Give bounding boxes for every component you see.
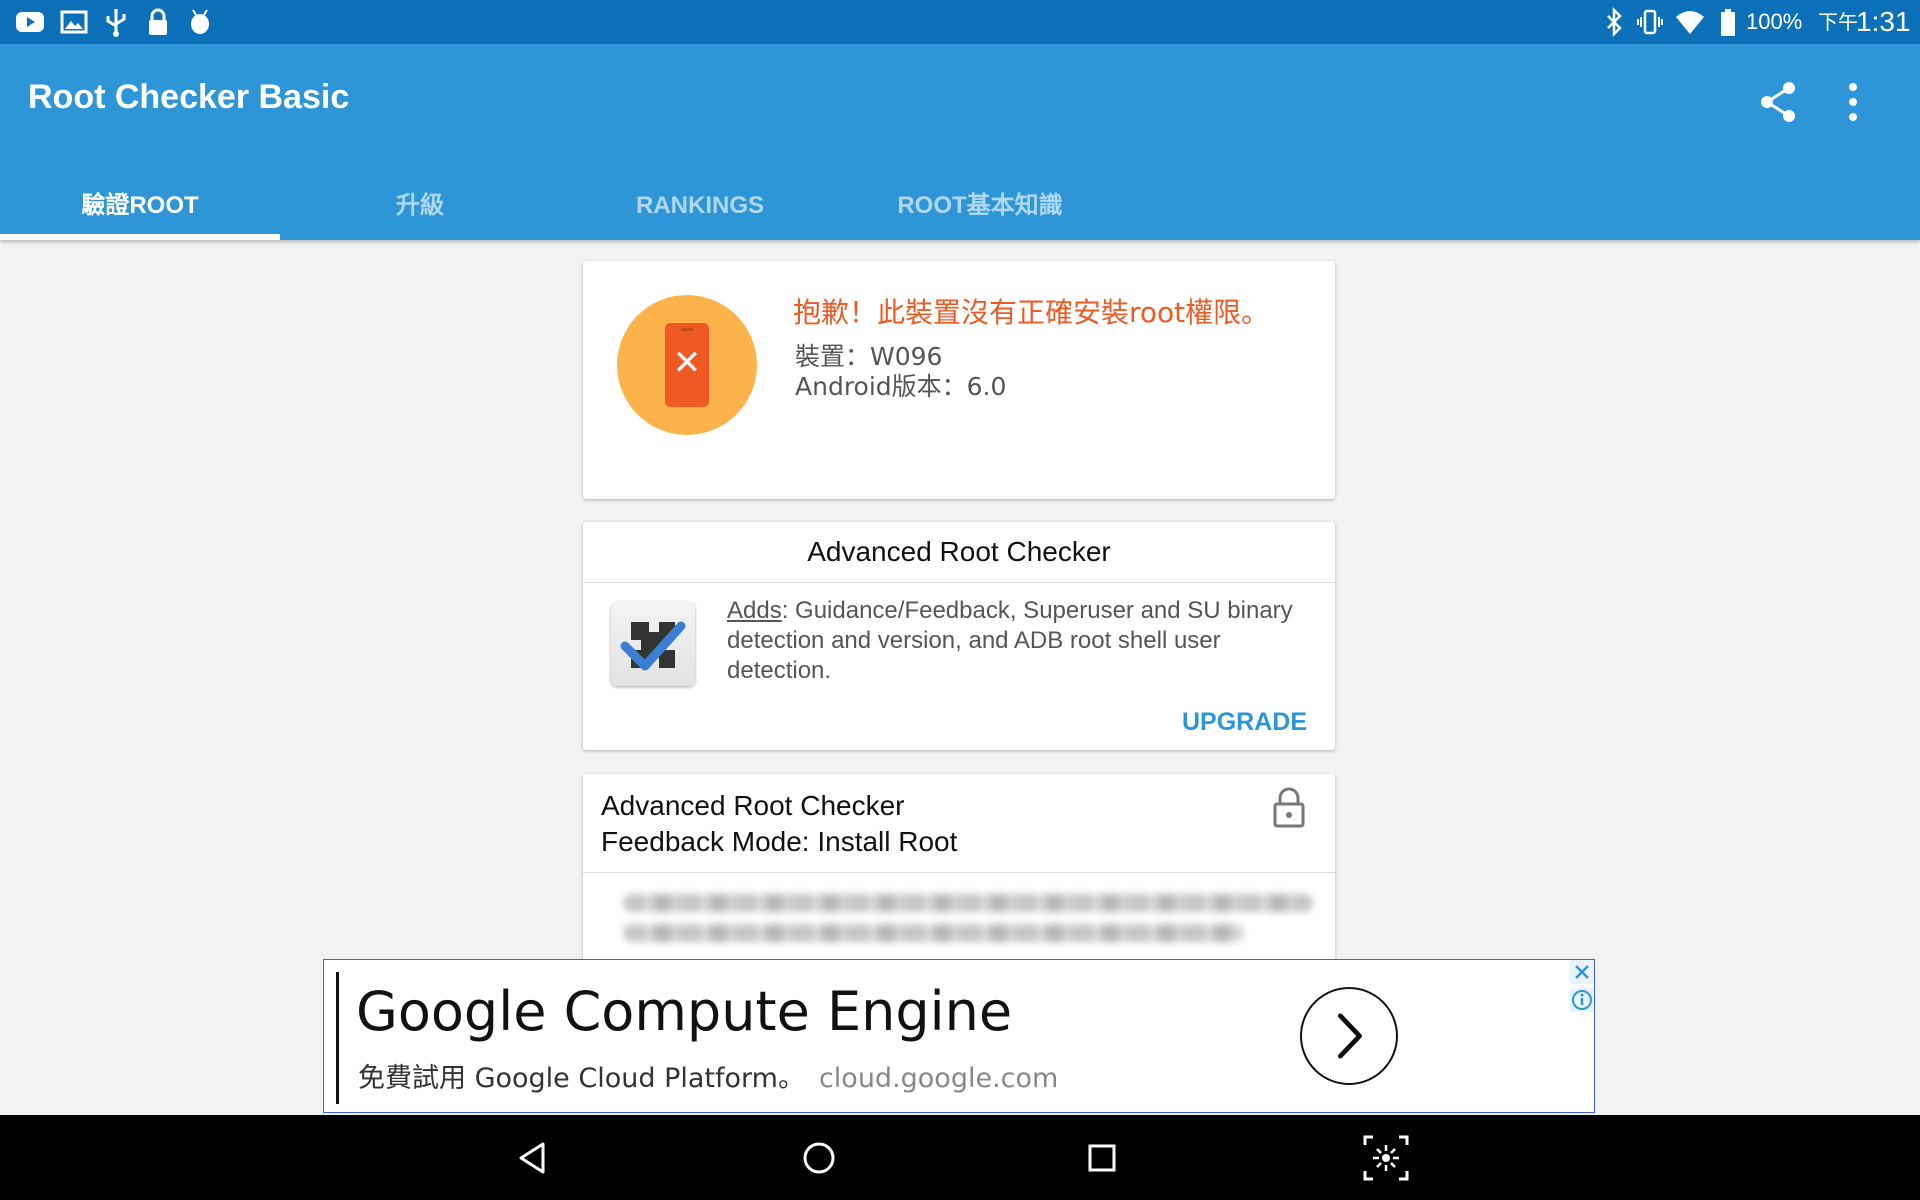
ad-banner[interactable]: Google Compute Engine 免費試用 Google Cloud … — [323, 959, 1595, 1113]
battery-percent: 100% — [1746, 9, 1803, 34]
root-checker-app-icon — [611, 602, 695, 686]
upgrade-button[interactable]: UPGRADE — [1182, 708, 1307, 737]
root-result-card: ✕ 抱歉！此裝置沒有正確安裝root權限。 裝置：W096 Android版本：… — [583, 261, 1335, 499]
feedback-title-line1: Advanced Root Checker — [601, 790, 905, 821]
root-status-message: 抱歉！此裝置沒有正確安裝root權限。 — [793, 296, 1270, 329]
blurred-text — [623, 894, 1313, 912]
back-icon[interactable] — [507, 1131, 561, 1185]
share-icon[interactable] — [1751, 74, 1807, 130]
close-icon[interactable] — [1570, 960, 1594, 984]
tab-root-basics[interactable]: ROOT基本知識 — [840, 172, 1120, 240]
youtube-icon — [16, 12, 44, 32]
phone-error-icon: ✕ — [617, 295, 757, 435]
adds-details: : Guidance/Feedback, Superuser and SU bi… — [727, 597, 1293, 684]
bluetooth-icon — [1607, 6, 1622, 38]
app-toolbar: Root Checker Basic 驗證ROOT 升級 RANKINGS RO… — [0, 44, 1920, 240]
feedback-card-title: Advanced Root Checker Feedback Mode: Ins… — [601, 788, 957, 860]
ad-url: cloud.google.com — [818, 1063, 1059, 1094]
ad-subtitle-text: 免費試用 Google Cloud Platform。 — [358, 1063, 805, 1094]
status-bar: 100% 下午 1:31 — [0, 0, 1920, 44]
app-title: Root Checker Basic — [28, 78, 350, 116]
gallery-icon — [60, 10, 88, 34]
lock-icon — [149, 8, 167, 35]
screenshot-icon[interactable] — [1359, 1131, 1413, 1185]
battery-icon — [1721, 9, 1735, 36]
vibrate-icon — [1637, 9, 1663, 35]
navigation-bar — [0, 1115, 1920, 1200]
tab-rankings[interactable]: RANKINGS — [560, 172, 840, 240]
feedback-title-line2: Feedback Mode: Install Root — [601, 826, 958, 857]
tab-verify-root[interactable]: 驗證ROOT — [0, 172, 280, 240]
active-tab-indicator — [0, 234, 280, 240]
android-version-info: Android版本：6.0 — [795, 372, 1007, 401]
time-period: 下午 — [1818, 10, 1858, 34]
info-icon[interactable] — [1570, 988, 1594, 1012]
more-vert-icon[interactable] — [1825, 74, 1881, 130]
divider — [583, 872, 1335, 873]
ad-accent-bar — [336, 972, 339, 1104]
adds-description: Adds: Guidance/Feedback, Superuser and S… — [727, 596, 1307, 686]
ad-title[interactable]: Google Compute Engine — [356, 980, 1012, 1043]
card-title: Advanced Root Checker — [583, 522, 1335, 583]
adds-link[interactable]: Adds — [727, 597, 782, 624]
wifi-icon — [1676, 11, 1704, 34]
advanced-checker-card: Advanced Root Checker Adds: Guidance/Fee… — [583, 522, 1335, 750]
clock: 1:31 — [1856, 6, 1911, 37]
recents-icon[interactable] — [1075, 1131, 1129, 1185]
chevron-right-icon[interactable] — [1300, 987, 1398, 1085]
ad-subtitle[interactable]: 免費試用 Google Cloud Platform。 cloud.google.… — [358, 1056, 1058, 1095]
tab-upgrade[interactable]: 升級 — [280, 172, 560, 240]
tab-bar: 驗證ROOT 升級 RANKINGS ROOT基本知識 — [0, 172, 1120, 240]
usb-icon — [106, 9, 126, 37]
blurred-text — [623, 924, 1243, 942]
lock-icon[interactable] — [1271, 786, 1307, 830]
android-debug-icon — [191, 9, 209, 34]
home-icon[interactable] — [792, 1131, 846, 1185]
